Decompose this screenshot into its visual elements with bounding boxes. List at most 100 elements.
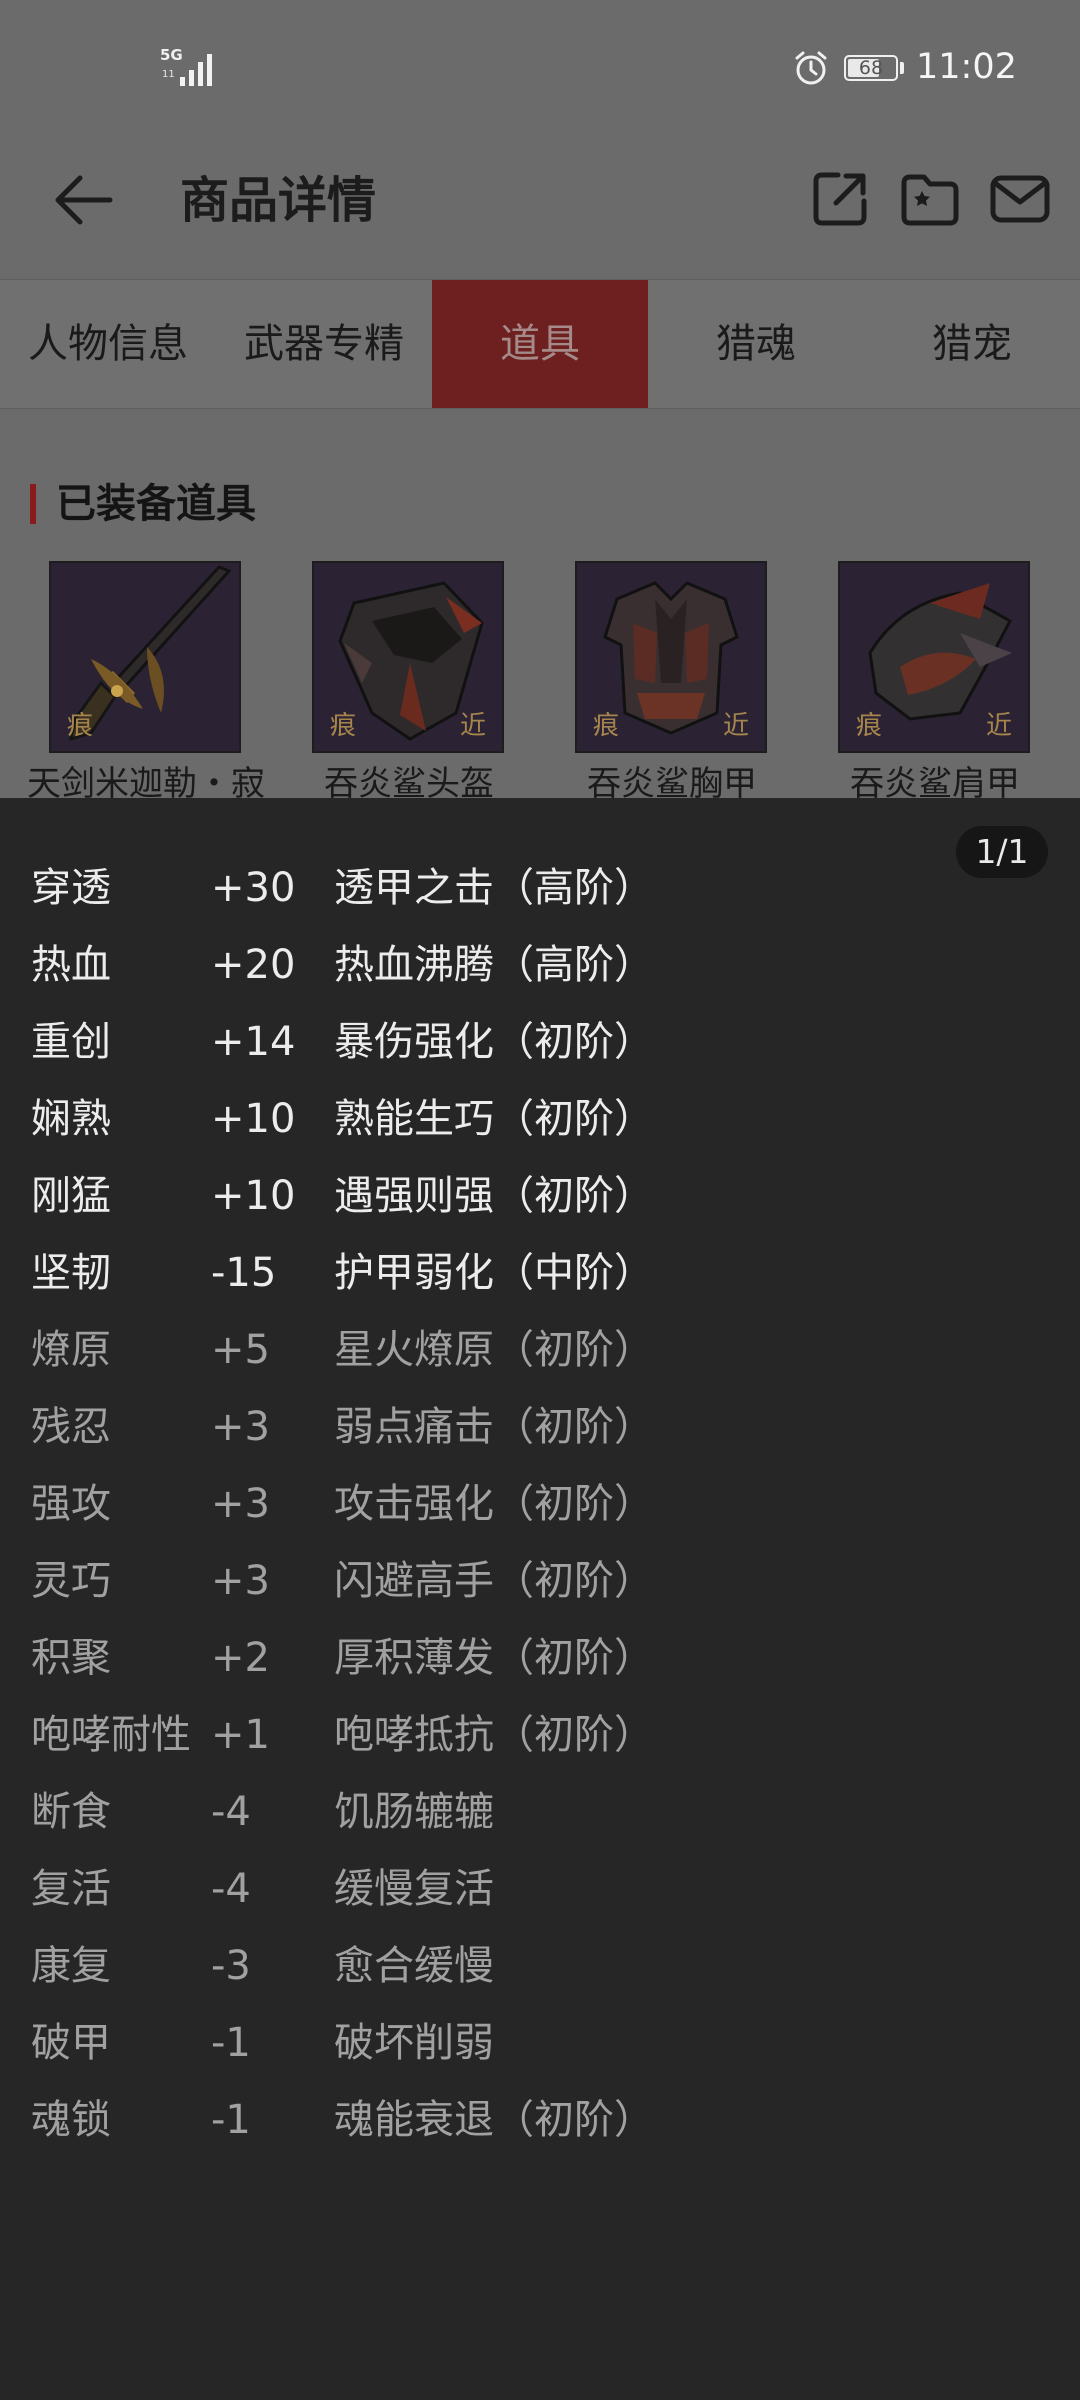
attribute-skill: 饥肠辘辘 [334,1789,494,1835]
battery-cap [900,62,904,74]
attribute-value: +1 [211,1712,270,1758]
attribute-name: 积聚 [31,1635,111,1681]
attribute-name: 灵巧 [31,1558,111,1604]
signal-icon: 5G 11 [160,48,220,86]
attribute-list: 穿透 +30 透甲之击（高阶） 热血 +20 热血沸腾（高阶） 重创 +14 暴伤强化（初阶） 娴… [0,860,1080,2169]
share-icon[interactable] [808,167,872,231]
attribute-name: 康复 [31,1943,111,1989]
attribute-row: 强攻 +3 攻击强化（初阶） [0,1476,1080,1553]
item-badge-mark: 痕 [856,711,883,741]
tab-items[interactable]: 道具 [432,280,648,408]
battery-icon: 68 [844,55,898,81]
item-badge-melee: 近 [722,711,749,741]
attribute-value: +2 [211,1635,270,1681]
attribute-skill: 透甲之击（高阶） [334,865,654,911]
tab-soul-hunt[interactable]: 猎魂 [648,280,864,408]
attribute-value: +5 [211,1327,270,1373]
equipped-item-chest-armor[interactable]: 痕 近 [575,561,767,753]
message-icon[interactable] [988,167,1052,231]
item-badge-mark: 痕 [67,711,94,741]
attribute-skill: 闪避高手（初阶） [334,1558,654,1604]
favorite-folder-icon[interactable] [898,167,962,231]
attribute-value: +20 [211,942,296,988]
tab-character-info[interactable]: 人物信息 [0,280,216,408]
tab-bar: 人物信息 武器专精 道具 猎魂 猎宠 [0,279,1080,409]
item-badge-melee: 近 [985,711,1012,741]
equipped-item-helmet[interactable]: 痕 近 [312,561,504,753]
attribute-row: 热血 +20 热血沸腾（高阶） [0,937,1080,1014]
attribute-skill: 厚积薄发（初阶） [334,1635,654,1681]
attribute-value: +14 [211,1019,296,1065]
attribute-row: 残忍 +3 弱点痛击（初阶） [0,1399,1080,1476]
attribute-name: 重创 [31,1019,111,1065]
attribute-row: 刚猛 +10 遇强则强（初阶） [0,1168,1080,1245]
attribute-row: 灵巧 +3 闪避高手（初阶） [0,1553,1080,1630]
attribute-value: +10 [211,1173,296,1219]
attribute-name: 强攻 [31,1481,111,1527]
equipped-item-shoulder-armor[interactable]: 痕 近 [838,561,1030,753]
attribute-name: 燎原 [31,1327,111,1373]
item-badge-mark: 痕 [330,711,357,741]
top-bar: 商品详情 [0,135,1080,280]
status-time: 11:02 [916,47,1017,87]
attribute-row: 坚韧 -15 护甲弱化（中阶） [0,1245,1080,1322]
equipped-item-sword[interactable]: 痕 [49,561,241,753]
alarm-icon [795,51,827,85]
item-badge-melee: 近 [459,711,486,741]
attribute-skill: 咆哮抵抗（初阶） [334,1712,654,1758]
attribute-value: +3 [211,1404,270,1450]
attribute-value: +3 [211,1558,270,1604]
attribute-value: -4 [211,1789,251,1835]
attribute-value: -1 [211,2020,251,2066]
attribute-row: 复活 -4 缓慢复活 [0,1861,1080,1938]
item-badge-mark: 痕 [593,711,620,741]
attribute-value: -1 [211,2097,251,2143]
attribute-name: 穿透 [31,865,111,911]
section-accent-bar [30,484,36,524]
attribute-value: -15 [211,1250,277,1296]
attribute-name: 娴熟 [31,1096,111,1142]
network-sub-label: 11 [162,69,175,80]
attribute-row: 娴熟 +10 熟能生巧（初阶） [0,1091,1080,1168]
battery-level: 68 [858,57,884,79]
attribute-skill: 魂能衰退（初阶） [334,2097,654,2143]
attribute-skill: 攻击强化（初阶） [334,1481,654,1527]
attribute-skill: 热血沸腾（高阶） [334,942,654,988]
attribute-name: 断食 [31,1789,111,1835]
tab-pets[interactable]: 猎宠 [864,280,1080,408]
page-title: 商品详情 [180,172,377,229]
attribute-row: 破甲 -1 破坏削弱 [0,2015,1080,2092]
attribute-name: 魂锁 [31,2097,111,2143]
attribute-value: +3 [211,1481,270,1527]
attribute-skill: 破坏削弱 [334,2020,494,2066]
attribute-skill: 愈合缓慢 [334,1943,494,1989]
attribute-row: 咆哮耐性 +1 咆哮抵抗（初阶） [0,1707,1080,1784]
attribute-name: 咆哮耐性 [31,1712,191,1758]
attribute-value: -4 [211,1866,251,1912]
back-arrow-icon[interactable] [50,165,120,235]
attribute-name: 复活 [31,1866,111,1912]
attribute-skill: 护甲弱化（中阶） [334,1250,654,1296]
attribute-name: 刚猛 [31,1173,111,1219]
attribute-row: 断食 -4 饥肠辘辘 [0,1784,1080,1861]
attribute-skill: 熟能生巧（初阶） [334,1096,654,1142]
attribute-row: 积聚 +2 厚积薄发（初阶） [0,1630,1080,1707]
attribute-row: 重创 +14 暴伤强化（初阶） [0,1014,1080,1091]
attribute-skill: 缓慢复活 [334,1866,494,1912]
section-title: 已装备道具 [56,481,256,527]
attribute-name: 坚韧 [31,1250,111,1296]
attribute-skill: 星火燎原（初阶） [334,1327,654,1373]
attribute-value: +10 [211,1096,296,1142]
attribute-skill: 遇强则强（初阶） [334,1173,654,1219]
status-bar: 5G 11 68 11:02 [0,0,1080,135]
attribute-skill: 暴伤强化（初阶） [334,1019,654,1065]
attribute-value: +30 [211,865,296,911]
tab-weapon-mastery[interactable]: 武器专精 [216,280,432,408]
attribute-row: 魂锁 -1 魂能衰退（初阶） [0,2092,1080,2169]
attribute-sheet[interactable]: 1/1 穿透 +30 透甲之击（高阶） 热血 +20 热血沸腾（高阶） 重创 +14 暴伤强化（… [0,798,1080,2400]
attribute-name: 残忍 [31,1404,111,1450]
attribute-row: 康复 -3 愈合缓慢 [0,1938,1080,2015]
attribute-value: -3 [211,1943,251,1989]
attribute-skill: 弱点痛击（初阶） [334,1404,654,1450]
attribute-name: 破甲 [31,2020,111,2066]
